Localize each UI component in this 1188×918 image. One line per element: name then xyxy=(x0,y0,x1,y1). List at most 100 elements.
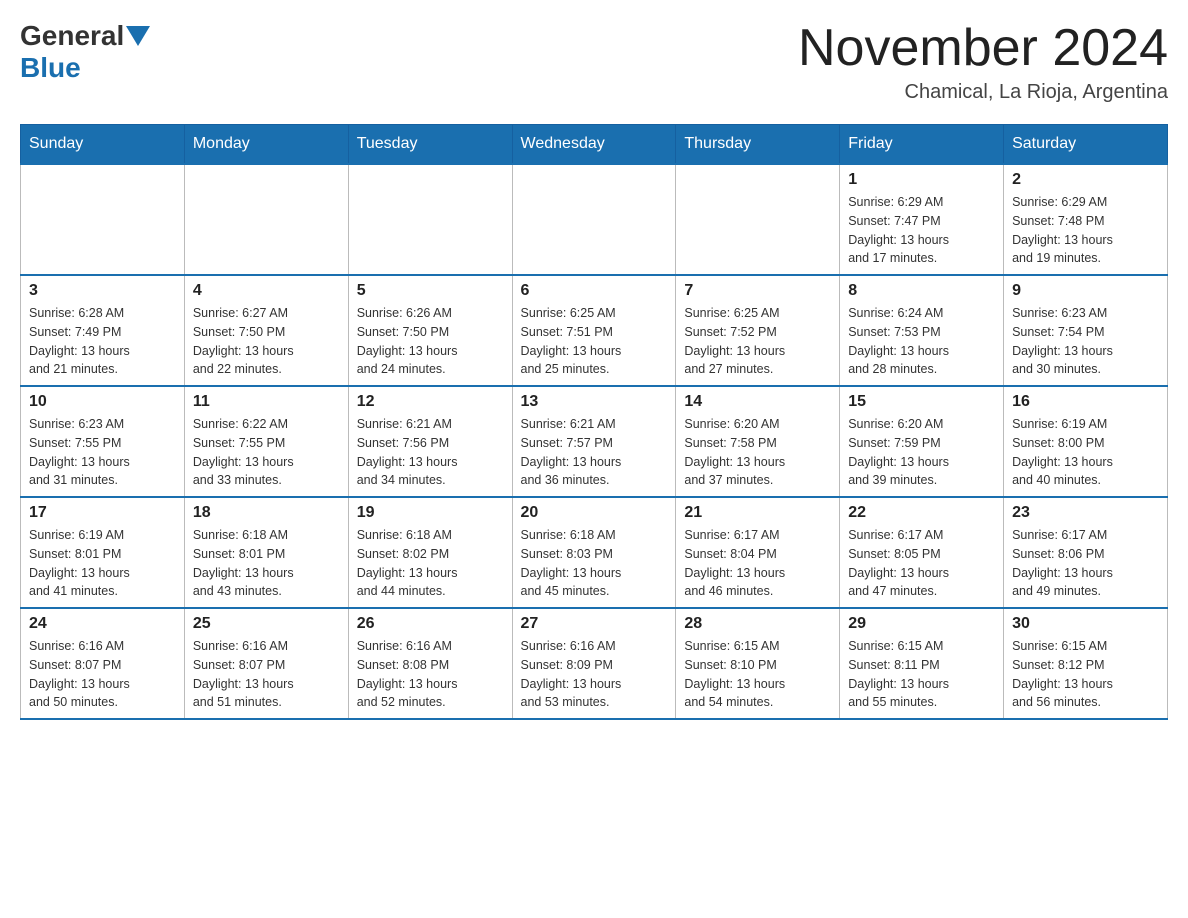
page-header: General Blue November 2024 Chamical, La … xyxy=(20,20,1168,104)
calendar-cell: 12 Sunrise: 6:21 AM Sunset: 7:56 PM Dayli… xyxy=(348,386,512,497)
calendar-cell: 19 Sunrise: 6:18 AM Sunset: 8:02 PM Dayli… xyxy=(348,497,512,608)
day-number: 16 xyxy=(1012,393,1159,411)
calendar-cell: 20 Sunrise: 6:18 AM Sunset: 8:03 PM Dayli… xyxy=(512,497,676,608)
day-info: Sunrise: 6:16 AM Sunset: 8:08 PM Dayligh… xyxy=(357,637,504,712)
day-number: 14 xyxy=(684,393,831,411)
calendar-cell: 2 Sunrise: 6:29 AM Sunset: 7:48 PM Daylig… xyxy=(1004,164,1168,275)
month-title: November 2024 xyxy=(798,20,1168,77)
calendar-cell: 7Sunrise: 6:25 AM Sunset: 7:52 PM Daylig… xyxy=(676,275,840,386)
logo-general-text: General xyxy=(20,20,124,52)
calendar-cell: 29Sunrise: 6:15 AM Sunset: 8:11 PM Dayli… xyxy=(840,608,1004,719)
calendar-cell: 27 Sunrise: 6:16 AM Sunset: 8:09 PM Dayli… xyxy=(512,608,676,719)
calendar-cell: 5Sunrise: 6:26 AM Sunset: 7:50 PM Daylig… xyxy=(348,275,512,386)
day-number: 6 xyxy=(521,282,668,300)
day-info: Sunrise: 6:27 AM Sunset: 7:50 PM Dayligh… xyxy=(193,304,340,379)
calendar-cell: 8 Sunrise: 6:24 AM Sunset: 7:53 PM Daylig… xyxy=(840,275,1004,386)
day-number: 22 xyxy=(848,504,995,522)
weekday-header-monday: Monday xyxy=(184,125,348,165)
day-info: Sunrise: 6:29 AM Sunset: 7:48 PM Dayligh… xyxy=(1012,193,1159,268)
calendar-cell: 28 Sunrise: 6:15 AM Sunset: 8:10 PM Dayli… xyxy=(676,608,840,719)
day-number: 1 xyxy=(848,171,995,189)
day-info: Sunrise: 6:28 AM Sunset: 7:49 PM Dayligh… xyxy=(29,304,176,379)
calendar-cell: 1 Sunrise: 6:29 AM Sunset: 7:47 PM Daylig… xyxy=(840,164,1004,275)
day-info: Sunrise: 6:18 AM Sunset: 8:03 PM Dayligh… xyxy=(521,526,668,601)
day-number: 25 xyxy=(193,615,340,633)
calendar-cell: 9 Sunrise: 6:23 AM Sunset: 7:54 PM Daylig… xyxy=(1004,275,1168,386)
logo-blue-text: Blue xyxy=(20,52,81,83)
day-info: Sunrise: 6:20 AM Sunset: 7:58 PM Dayligh… xyxy=(684,415,831,490)
calendar-cell: 26 Sunrise: 6:16 AM Sunset: 8:08 PM Dayli… xyxy=(348,608,512,719)
day-number: 4 xyxy=(193,282,340,300)
day-number: 27 xyxy=(521,615,668,633)
calendar-cell: 30 Sunrise: 6:15 AM Sunset: 8:12 PM Dayli… xyxy=(1004,608,1168,719)
calendar-header-row: SundayMondayTuesdayWednesdayThursdayFrid… xyxy=(21,125,1168,165)
day-info: Sunrise: 6:22 AM Sunset: 7:55 PM Dayligh… xyxy=(193,415,340,490)
weekday-header-sunday: Sunday xyxy=(21,125,185,165)
weekday-header-tuesday: Tuesday xyxy=(348,125,512,165)
weekday-header-friday: Friday xyxy=(840,125,1004,165)
weekday-header-saturday: Saturday xyxy=(1004,125,1168,165)
day-info: Sunrise: 6:19 AM Sunset: 8:01 PM Dayligh… xyxy=(29,526,176,601)
day-info: Sunrise: 6:25 AM Sunset: 7:51 PM Dayligh… xyxy=(521,304,668,379)
day-info: Sunrise: 6:17 AM Sunset: 8:06 PM Dayligh… xyxy=(1012,526,1159,601)
day-info: Sunrise: 6:18 AM Sunset: 8:02 PM Dayligh… xyxy=(357,526,504,601)
calendar-cell: 11 Sunrise: 6:22 AM Sunset: 7:55 PM Dayli… xyxy=(184,386,348,497)
day-number: 10 xyxy=(29,393,176,411)
day-info: Sunrise: 6:17 AM Sunset: 8:04 PM Dayligh… xyxy=(684,526,831,601)
day-info: Sunrise: 6:18 AM Sunset: 8:01 PM Dayligh… xyxy=(193,526,340,601)
weekday-header-thursday: Thursday xyxy=(676,125,840,165)
day-info: Sunrise: 6:15 AM Sunset: 8:12 PM Dayligh… xyxy=(1012,637,1159,712)
day-info: Sunrise: 6:29 AM Sunset: 7:47 PM Dayligh… xyxy=(848,193,995,268)
day-number: 19 xyxy=(357,504,504,522)
day-number: 12 xyxy=(357,393,504,411)
logo: General Blue xyxy=(20,20,152,84)
calendar-cell xyxy=(184,164,348,275)
calendar-table: SundayMondayTuesdayWednesdayThursdayFrid… xyxy=(20,124,1168,720)
calendar-cell: 22 Sunrise: 6:17 AM Sunset: 8:05 PM Dayli… xyxy=(840,497,1004,608)
day-number: 18 xyxy=(193,504,340,522)
calendar-cell: 13 Sunrise: 6:21 AM Sunset: 7:57 PM Dayli… xyxy=(512,386,676,497)
calendar-week-row: 3 Sunrise: 6:28 AM Sunset: 7:49 PM Daylig… xyxy=(21,275,1168,386)
day-number: 20 xyxy=(521,504,668,522)
weekday-header-wednesday: Wednesday xyxy=(512,125,676,165)
day-number: 24 xyxy=(29,615,176,633)
day-info: Sunrise: 6:21 AM Sunset: 7:56 PM Dayligh… xyxy=(357,415,504,490)
calendar-cell: 23 Sunrise: 6:17 AM Sunset: 8:06 PM Dayli… xyxy=(1004,497,1168,608)
day-info: Sunrise: 6:20 AM Sunset: 7:59 PM Dayligh… xyxy=(848,415,995,490)
calendar-cell xyxy=(676,164,840,275)
day-info: Sunrise: 6:23 AM Sunset: 7:55 PM Dayligh… xyxy=(29,415,176,490)
calendar-cell xyxy=(348,164,512,275)
calendar-cell: 10 Sunrise: 6:23 AM Sunset: 7:55 PM Dayli… xyxy=(21,386,185,497)
day-info: Sunrise: 6:21 AM Sunset: 7:57 PM Dayligh… xyxy=(521,415,668,490)
calendar-cell: 16Sunrise: 6:19 AM Sunset: 8:00 PM Dayli… xyxy=(1004,386,1168,497)
day-info: Sunrise: 6:15 AM Sunset: 8:10 PM Dayligh… xyxy=(684,637,831,712)
calendar-week-row: 10 Sunrise: 6:23 AM Sunset: 7:55 PM Dayli… xyxy=(21,386,1168,497)
day-number: 3 xyxy=(29,282,176,300)
day-number: 11 xyxy=(193,393,340,411)
day-number: 13 xyxy=(521,393,668,411)
day-info: Sunrise: 6:16 AM Sunset: 8:07 PM Dayligh… xyxy=(29,637,176,712)
day-number: 29 xyxy=(848,615,995,633)
calendar-cell: 14 Sunrise: 6:20 AM Sunset: 7:58 PM Dayli… xyxy=(676,386,840,497)
title-block: November 2024 Chamical, La Rioja, Argent… xyxy=(798,20,1168,104)
day-info: Sunrise: 6:17 AM Sunset: 8:05 PM Dayligh… xyxy=(848,526,995,601)
calendar-cell: 6 Sunrise: 6:25 AM Sunset: 7:51 PM Daylig… xyxy=(512,275,676,386)
day-info: Sunrise: 6:23 AM Sunset: 7:54 PM Dayligh… xyxy=(1012,304,1159,379)
day-number: 21 xyxy=(684,504,831,522)
day-number: 26 xyxy=(357,615,504,633)
day-number: 8 xyxy=(848,282,995,300)
day-number: 23 xyxy=(1012,504,1159,522)
day-number: 9 xyxy=(1012,282,1159,300)
calendar-cell xyxy=(21,164,185,275)
calendar-cell: 18 Sunrise: 6:18 AM Sunset: 8:01 PM Dayli… xyxy=(184,497,348,608)
calendar-week-row: 1 Sunrise: 6:29 AM Sunset: 7:47 PM Daylig… xyxy=(21,164,1168,275)
day-number: 30 xyxy=(1012,615,1159,633)
calendar-cell: 24 Sunrise: 6:16 AM Sunset: 8:07 PM Dayli… xyxy=(21,608,185,719)
day-number: 28 xyxy=(684,615,831,633)
location-title: Chamical, La Rioja, Argentina xyxy=(798,81,1168,104)
day-number: 15 xyxy=(848,393,995,411)
day-number: 5 xyxy=(357,282,504,300)
day-info: Sunrise: 6:24 AM Sunset: 7:53 PM Dayligh… xyxy=(848,304,995,379)
day-number: 2 xyxy=(1012,171,1159,189)
day-info: Sunrise: 6:16 AM Sunset: 8:09 PM Dayligh… xyxy=(521,637,668,712)
